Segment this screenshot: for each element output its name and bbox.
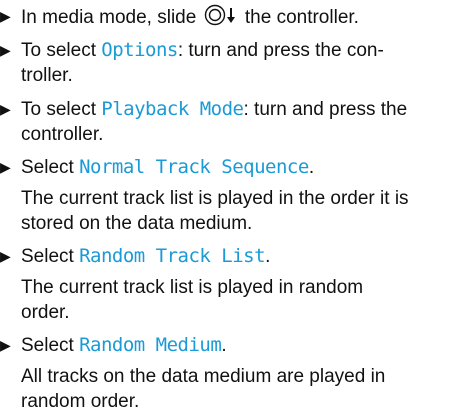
step-text: .	[265, 246, 271, 267]
step-text: Select	[21, 335, 80, 356]
step-text: .	[308, 157, 315, 178]
result-normal-track-sequence: The current track list is played in the …	[21, 186, 461, 236]
result-text: The current track list is played in rand…	[21, 277, 364, 298]
step-text: .	[221, 335, 227, 356]
menu-item-playback-mode: Playback Mode	[101, 98, 244, 120]
bullet-arrow-icon: ▶	[0, 101, 11, 117]
instruction-list: ▶ In media mode, slide the controller. ▶…	[0, 0, 461, 412]
result-random-track-list: The current track list is played in rand…	[21, 275, 461, 325]
menu-item-options: Options	[101, 39, 178, 61]
step-text: To select	[21, 99, 102, 120]
step-text: Select	[21, 157, 80, 178]
controller-slide-down-icon	[204, 4, 238, 33]
bullet-arrow-icon: ▶	[0, 248, 11, 264]
step-text-continued: controller.	[21, 124, 104, 145]
step-select-random-track-list: ▶ Select Random Track List.	[0, 244, 461, 269]
step-text: To select	[21, 40, 102, 61]
step-select-normal-track-sequence: ▶ Select Normal Track Sequence.	[0, 155, 461, 180]
menu-item-random-track-list: Random Track List	[79, 245, 266, 267]
result-text: order.	[21, 302, 70, 323]
step-text: the controller.	[239, 7, 359, 28]
result-text: The current track list is played in the …	[21, 188, 409, 209]
result-text: stored on the data medium.	[21, 213, 253, 234]
result-random-medium: All tracks on the data medium are played…	[21, 364, 461, 414]
menu-item-random-medium: Random Medium	[79, 334, 222, 356]
step-select-playback-mode: ▶ To select Playback Mode: turn and pres…	[0, 97, 461, 147]
step-text-continued: troller.	[21, 65, 73, 86]
step-text: In media mode, slide	[21, 7, 202, 28]
step-text: : turn and press the con-	[177, 40, 384, 61]
result-text: random order.	[21, 391, 140, 412]
step-slide-controller: ▶ In media mode, slide the controller.	[0, 4, 461, 33]
step-select-random-medium: ▶ Select Random Medium.	[0, 333, 461, 358]
bullet-arrow-icon: ▶	[0, 159, 11, 175]
bullet-arrow-icon: ▶	[0, 8, 11, 24]
step-text: : turn and press the	[243, 99, 408, 120]
bullet-arrow-icon: ▶	[0, 42, 11, 58]
result-text: All tracks on the data medium are played…	[21, 366, 386, 387]
menu-item-normal-track-sequence: Normal Track Sequence	[79, 156, 309, 178]
step-text: Select	[21, 246, 80, 267]
bullet-arrow-icon: ▶	[0, 337, 11, 353]
step-select-options: ▶ To select Options: turn and press the …	[0, 38, 461, 88]
